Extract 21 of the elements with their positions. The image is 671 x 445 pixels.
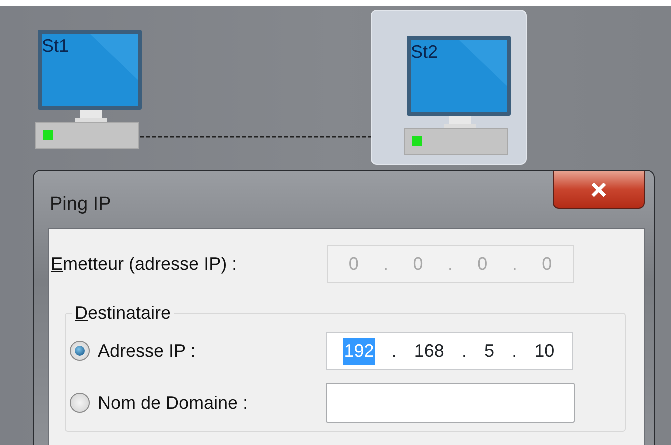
ip-octet[interactable]: 168 — [413, 338, 446, 364]
ip-octet[interactable]: 10 — [534, 338, 556, 364]
node-label: St1 — [42, 37, 70, 55]
radio-label[interactable]: Nom de Domaine : — [98, 390, 326, 416]
domain-name-field[interactable] — [326, 383, 575, 423]
node-label: St2 — [411, 43, 438, 61]
radio-button[interactable] — [70, 393, 90, 413]
dialog-title: Ping IP — [49, 193, 112, 217]
ip-octet[interactable]: 5 — [484, 338, 496, 364]
octet-separator: . — [512, 340, 518, 362]
octet-separator: . — [448, 252, 453, 276]
radio-label[interactable]: Adresse IP : — [98, 338, 326, 364]
octet-separator: . — [392, 340, 397, 362]
close-icon — [591, 182, 607, 196]
ip-address-field[interactable]: 192 . 168 . 5 . 10 — [326, 332, 573, 370]
close-button[interactable] — [553, 171, 645, 209]
octet-separator: . — [462, 340, 467, 362]
field-label: Emetteur (adresse IP) : — [51, 252, 238, 276]
octet-separator: . — [384, 252, 389, 276]
radio-button[interactable] — [70, 341, 90, 361]
octet-separator: . — [512, 252, 518, 276]
